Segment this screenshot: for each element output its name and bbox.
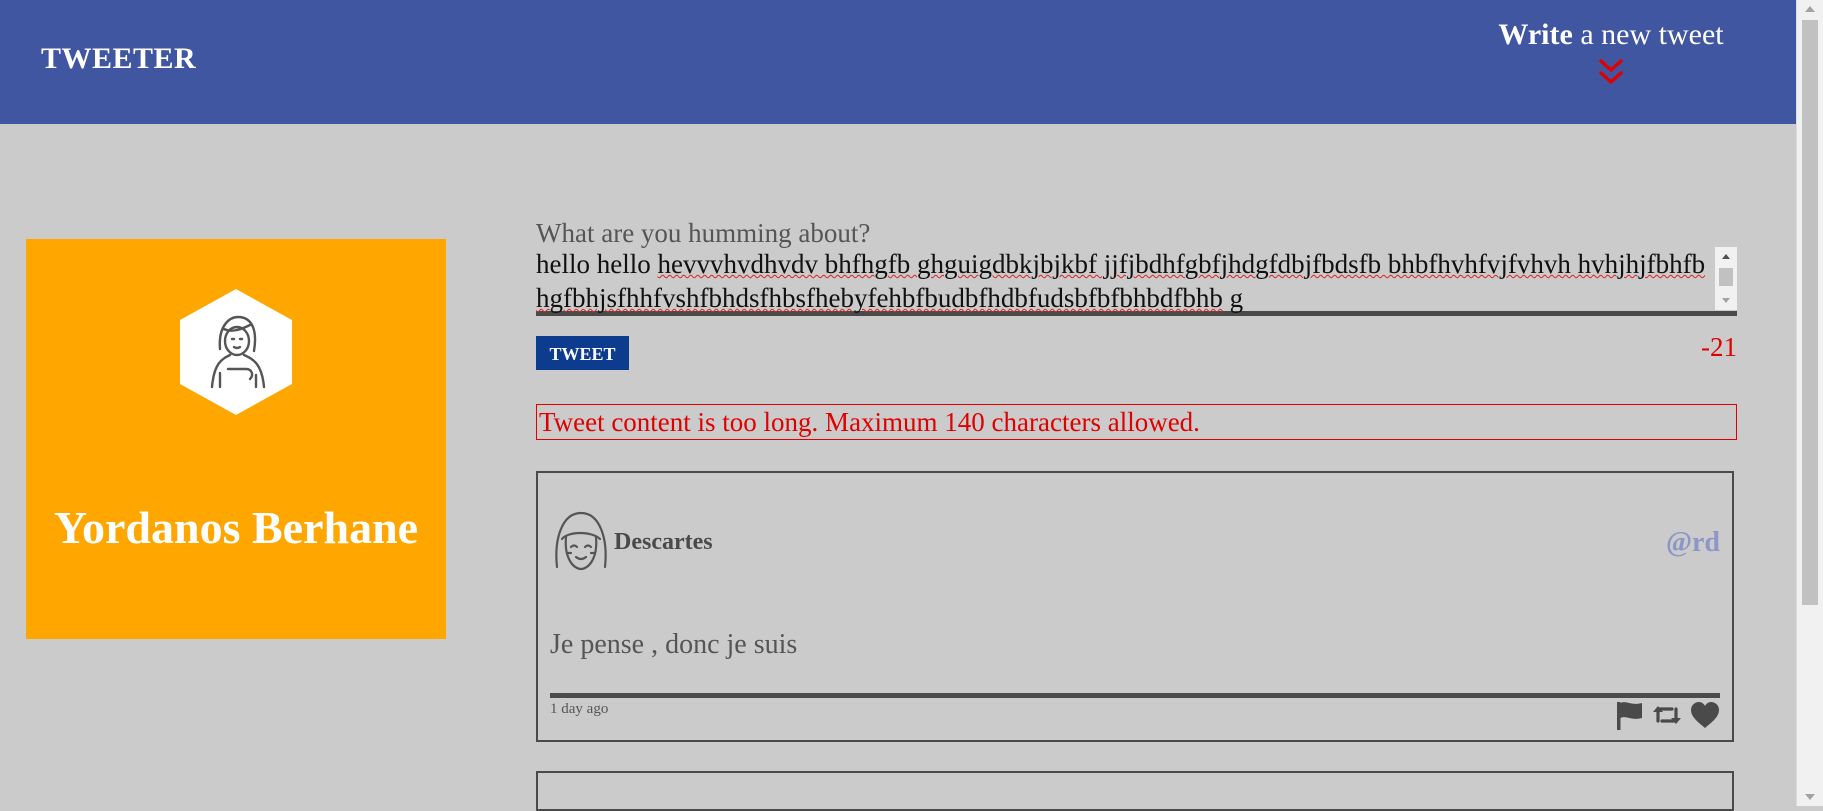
error-text: Tweet content is too long. Maximum 140 c…: [539, 407, 1200, 437]
write-new-tweet-toggle[interactable]: Write a new tweet: [1481, 18, 1741, 88]
page-scrollbar[interactable]: [1796, 0, 1823, 806]
textarea-text-plain: hello hello: [536, 249, 658, 279]
tweet-card: Descartes @rd Je pense , donc je suis 1 …: [536, 471, 1734, 742]
tweet-divider: [550, 693, 1720, 698]
tweet-author-handle[interactable]: @rd: [1666, 527, 1720, 559]
textarea-scroll-arrows-icon[interactable]: [1715, 247, 1737, 310]
top-nav: TWEETER Write a new tweet: [0, 0, 1797, 124]
tweet-textarea[interactable]: hello hello hevvvhvdhvdv bhfhgfb ghguigd…: [536, 247, 1737, 316]
double-chevron-down-icon[interactable]: [1598, 58, 1624, 88]
brand-logo[interactable]: TWEETER: [41, 42, 196, 76]
tweet-card: [536, 771, 1734, 811]
scroll-up-arrow-icon[interactable]: [1797, 0, 1823, 18]
textarea-text-tail: g: [1222, 283, 1244, 313]
compose-form: What are you humming about? hello hello …: [536, 215, 1737, 316]
profile-card: Yordanos Berhane: [26, 239, 446, 639]
error-message: Tweet content is too long. Maximum 140 c…: [536, 404, 1737, 440]
profile-name: Yordanos Berhane: [53, 502, 419, 553]
tweet-content: Je pense , donc je suis: [550, 629, 798, 660]
flag-icon[interactable]: [1614, 699, 1644, 731]
scroll-down-arrow-icon[interactable]: [1797, 788, 1823, 806]
compose-label: What are you humming about?: [536, 218, 871, 248]
tweet-button[interactable]: TWEET: [536, 336, 629, 370]
write-label-rest: a new tweet: [1572, 18, 1724, 51]
scrollbar-thumb[interactable]: [1802, 20, 1818, 605]
write-label-bold: Write: [1498, 18, 1573, 51]
user-avatar-icon: [180, 289, 292, 415]
textarea-text-misspelled: hevvvhvdhvdv bhfhgfb ghguigdbkjbjkbf jjf…: [536, 249, 1706, 313]
retweet-icon[interactable]: [1652, 699, 1682, 731]
character-counter: -21: [1701, 332, 1737, 362]
user-avatar-icon: [555, 511, 607, 571]
tweet-textarea-value[interactable]: hello hello hevvvhvdhvdv bhfhgfb ghguigd…: [536, 247, 1713, 315]
tweet-author-name[interactable]: Descartes: [614, 529, 713, 556]
tweet-timestamp: 1 day ago: [550, 701, 609, 717]
textarea-scrollbar[interactable]: [1715, 247, 1737, 310]
heart-icon[interactable]: [1690, 699, 1720, 731]
tweet-actions: [1614, 699, 1720, 731]
